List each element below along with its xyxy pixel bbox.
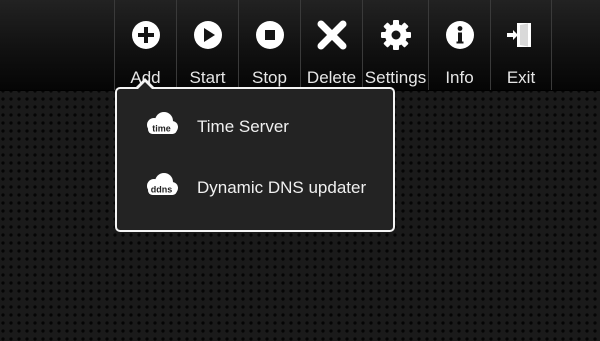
- gear-icon: [380, 20, 411, 50]
- menu-item-label: Dynamic DNS updater: [197, 178, 367, 197]
- stop-circle-icon: [255, 21, 284, 49]
- start-button[interactable]: Start: [176, 0, 238, 90]
- info-button[interactable]: Info: [428, 0, 490, 90]
- menu-item-dynamic-dns[interactable]: ddns Dynamic DNS updater: [117, 167, 393, 213]
- menu-item-label: Time Server: [197, 117, 289, 136]
- settings-button[interactable]: Settings: [362, 0, 428, 90]
- plus-circle-icon: [131, 21, 160, 49]
- ddns-cloud-icon: ddns: [147, 173, 178, 195]
- exit-button[interactable]: Exit: [490, 0, 552, 90]
- time-cloud-text: time: [152, 124, 171, 134]
- exit-button-label: Exit: [506, 68, 536, 87]
- ddns-cloud-text: ddns: [151, 185, 173, 195]
- play-circle-icon: [193, 21, 222, 49]
- toolbar: Add Start Stop Delete Settings Info Exit: [0, 0, 600, 91]
- popup-caret-fill: [136, 82, 154, 91]
- time-cloud-icon: time: [147, 112, 178, 134]
- x-icon: [317, 20, 346, 50]
- info-circle-icon: [445, 21, 474, 49]
- stop-button[interactable]: Stop: [238, 0, 300, 90]
- door-exit-icon: [507, 23, 531, 47]
- add-menu-popup: time Time Server ddns Dynamic DNS update…: [115, 87, 395, 232]
- add-button[interactable]: Add: [114, 0, 176, 90]
- menu-item-time-server[interactable]: time Time Server: [117, 106, 393, 152]
- delete-button[interactable]: Delete: [300, 0, 362, 90]
